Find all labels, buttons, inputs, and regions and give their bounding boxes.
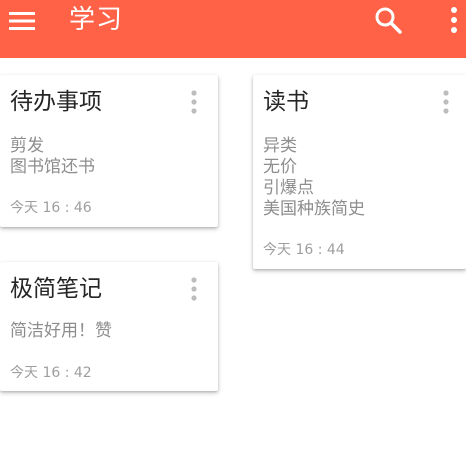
overflow-menu-button[interactable] <box>444 4 464 36</box>
more-vertical-icon <box>443 90 449 114</box>
note-title: 极简笔记 <box>10 276 102 302</box>
note-timestamp: 今天 16 : 42 <box>10 365 92 381</box>
note-more-button[interactable] <box>187 88 201 116</box>
search-button[interactable] <box>373 5 403 35</box>
note-title: 读书 <box>263 89 309 115</box>
note-line: 无价 <box>263 157 297 177</box>
search-icon <box>375 7 402 34</box>
note-line: 剪发 <box>10 136 44 156</box>
more-vertical-icon <box>191 90 197 114</box>
note-card[interactable]: 读书 异类 无价 引爆点 美国种族简史 今天 16 : 44 <box>253 75 466 269</box>
note-more-button[interactable] <box>187 275 201 303</box>
note-card[interactable]: 待办事项 剪发 图书馆还书 今天 16 : 46 <box>0 75 218 227</box>
app-bar: 学习 <box>0 0 466 58</box>
note-line: 美国种族简史 <box>263 199 365 219</box>
more-vertical-icon <box>451 7 457 33</box>
menu-icon <box>9 12 35 30</box>
note-line: 引爆点 <box>263 178 314 198</box>
note-timestamp: 今天 16 : 44 <box>263 242 345 258</box>
note-line: 图书馆还书 <box>10 157 95 177</box>
note-more-button[interactable] <box>439 88 453 116</box>
note-timestamp: 今天 16 : 46 <box>10 200 92 216</box>
note-preview: 简洁好用！赞 <box>10 321 112 342</box>
note-preview: 异类 无价 引爆点 美国种族简史 <box>263 136 365 220</box>
note-line: 异类 <box>263 136 297 156</box>
note-preview: 剪发 图书馆还书 <box>10 136 95 178</box>
menu-button[interactable] <box>8 7 36 35</box>
note-line: 简洁好用！赞 <box>10 321 112 341</box>
more-vertical-icon <box>191 277 197 301</box>
note-title: 待办事项 <box>10 89 102 115</box>
page-title: 学习 <box>69 5 124 35</box>
note-card[interactable]: 极简笔记 简洁好用！赞 今天 16 : 42 <box>0 262 218 391</box>
